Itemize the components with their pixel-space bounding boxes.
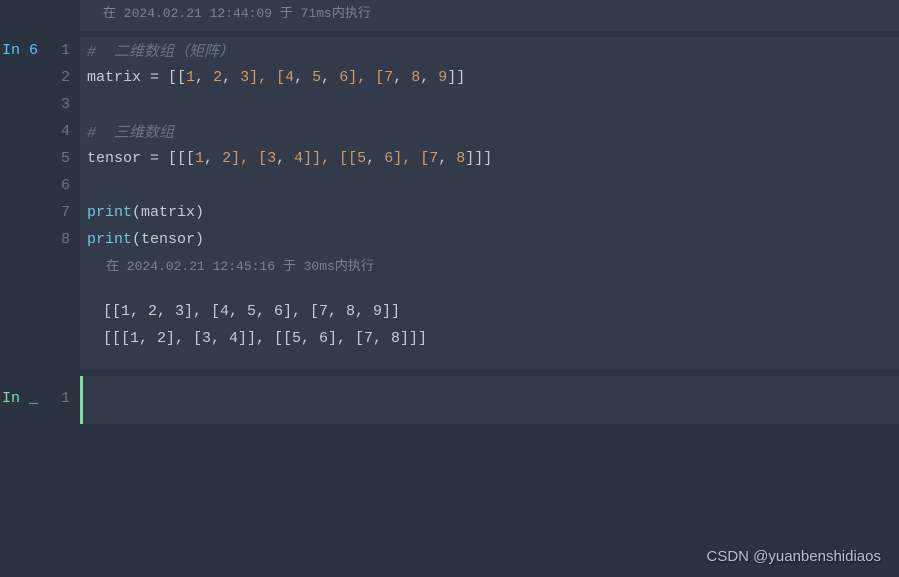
cell-prompt: In 6 xyxy=(0,37,50,280)
code-line: matrix = [[1, 2, 3], [4, 5, 6], [7, 8, 9… xyxy=(83,69,465,86)
code-line: print(tensor) xyxy=(83,231,204,248)
cell-prompt-active: In _ xyxy=(0,376,50,424)
empty-code-cell: In _ 1 xyxy=(0,376,899,424)
output-block: [[1, 2, 3], [4, 5, 6], [7, 8, 9]] [[[1, … xyxy=(80,280,899,370)
code-editor-active[interactable] xyxy=(80,376,899,424)
code-line: print(matrix) xyxy=(83,204,204,221)
comment-line: # 二维数组（矩阵） xyxy=(83,40,234,61)
line-numbers: 1 2 3 4 5 6 7 8 xyxy=(50,37,80,280)
output-line: [[[1, 2], [3, 4]], [[5, 6], [7, 8]]] xyxy=(103,325,899,352)
code-cell-6: In 6 1 2 3 4 5 6 7 8 # 二维数组（矩阵） matrix =… xyxy=(0,37,899,280)
comment-line: # 三维数组 xyxy=(83,121,174,142)
code-editor[interactable]: # 二维数组（矩阵） matrix = [[1, 2, 3], [4, 5, 6… xyxy=(80,37,899,280)
watermark: CSDN @yuanbenshidiaos xyxy=(707,548,882,565)
line-numbers: 1 xyxy=(50,376,80,424)
exec-info: 在 2024.02.21 12:45:16 于 30ms内执行 xyxy=(83,253,899,280)
prev-exec-info: 在 2024.02.21 12:44:09 于 71ms内执行 xyxy=(80,0,899,31)
output-line: [[1, 2, 3], [4, 5, 6], [7, 8, 9]] xyxy=(103,298,899,325)
code-line: tensor = [[[1, 2], [3, 4]], [[5, 6], [7,… xyxy=(83,150,492,167)
